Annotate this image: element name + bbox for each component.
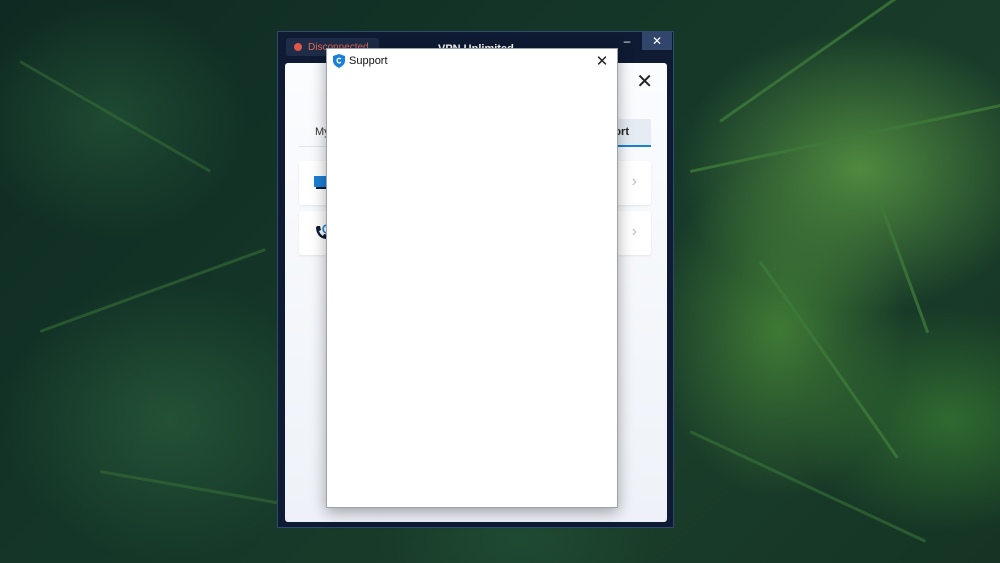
- support-dialog-close-button[interactable]: ✕: [593, 52, 611, 70]
- shield-icon: [333, 54, 345, 68]
- fern-frond: [99, 470, 278, 505]
- window-close-button[interactable]: ✕: [642, 32, 672, 50]
- panel-close-icon[interactable]: ✕: [636, 69, 653, 94]
- fern-frond: [719, 0, 951, 123]
- fern-frond: [758, 260, 899, 459]
- fern-frond: [19, 60, 212, 173]
- support-dialog-titlebar: Support ✕: [327, 49, 617, 73]
- fern-frond: [39, 248, 267, 333]
- support-dialog-title: Support: [349, 55, 388, 67]
- support-dialog-body: [327, 73, 617, 507]
- chevron-right-icon: ›: [631, 173, 637, 190]
- status-dot-icon: [294, 43, 302, 51]
- support-dialog: Support ✕: [326, 48, 618, 508]
- fern-frond: [689, 103, 1000, 173]
- chevron-right-icon: ›: [631, 223, 637, 240]
- fern-frond: [878, 200, 930, 334]
